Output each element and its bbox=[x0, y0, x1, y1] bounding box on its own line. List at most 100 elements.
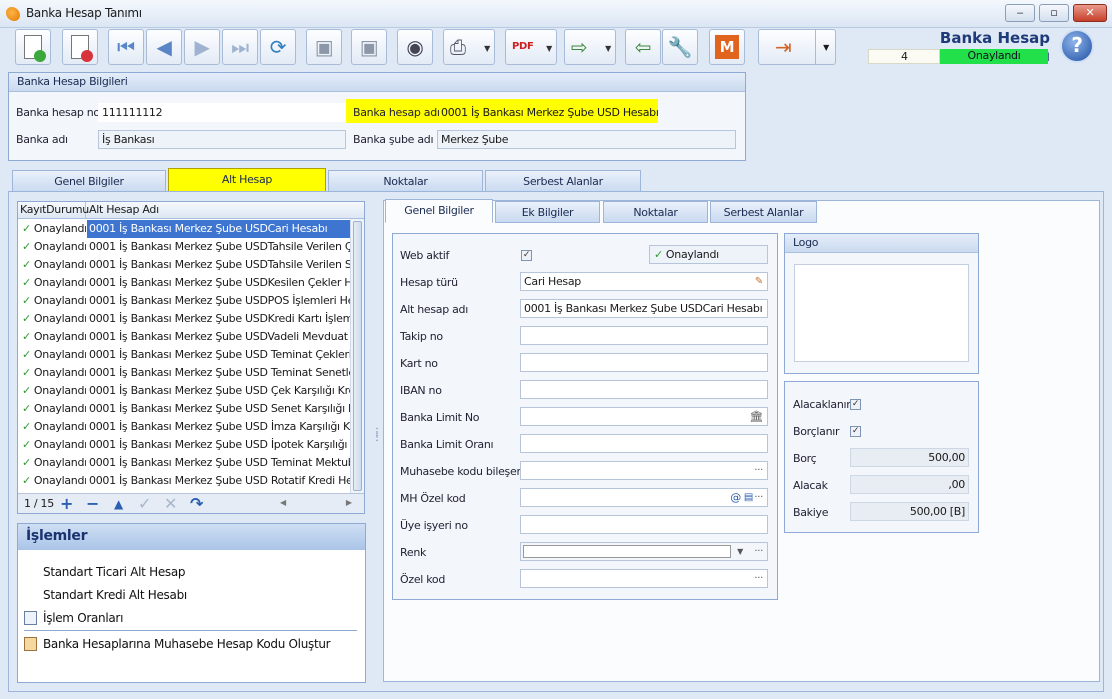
kart-no-label: Kart no bbox=[400, 357, 438, 370]
renk-picker[interactable]: ▼ ··· bbox=[520, 542, 768, 561]
table-row[interactable]: ✓ Onaylandı 0001 İş Bankası Merkez Şube US… bbox=[18, 382, 352, 400]
tools-button[interactable]: 🔧 bbox=[662, 29, 698, 65]
muhasebe-kodu-olustur-link[interactable]: Banka Hesaplarına Muhasebe Hesap Kodu Ol… bbox=[43, 637, 331, 651]
table-row[interactable]: ✓ Onaylandı 0001 İş Bankası Merkez Şube US… bbox=[18, 472, 352, 490]
standart-kredi-link[interactable]: Standart Kredi Alt Hesabı bbox=[43, 588, 187, 602]
hesap-turu-input[interactable]: Cari Hesap ✎ bbox=[520, 272, 768, 291]
check-icon: ✓ bbox=[22, 456, 31, 469]
m-button[interactable]: M bbox=[709, 29, 745, 65]
ellipsis-icon[interactable]: ··· bbox=[754, 570, 763, 587]
table-row[interactable]: ✓ Onaylandı 0001 İş Bankası Merkez Şube US… bbox=[18, 328, 352, 346]
ellipsis-icon[interactable]: ··· bbox=[754, 462, 763, 479]
subtab-noktalar[interactable]: Noktalar bbox=[603, 201, 708, 223]
kart-no-input[interactable] bbox=[520, 353, 768, 372]
ozel-kod-input[interactable]: ··· bbox=[520, 569, 768, 588]
bank-info-title: Banka Hesap Bilgileri bbox=[9, 73, 745, 92]
table-row[interactable]: ✓ Onaylandı 0001 İş Bankası Merkez Şube US… bbox=[18, 256, 352, 274]
edit-icon[interactable]: ✎ bbox=[755, 273, 763, 290]
exit-button[interactable]: ⇥ ▼ bbox=[758, 29, 836, 65]
table-row[interactable]: ✓ Onaylandı 0001 İş Bankası Merkez Şube US… bbox=[18, 310, 352, 328]
alacaklanir-checkbox[interactable]: ✓ bbox=[850, 399, 861, 410]
banka-limit-no-input[interactable]: 🏛 bbox=[520, 407, 768, 426]
col-alt-hesap-adi[interactable]: Alt Hesap Adı bbox=[87, 202, 159, 219]
ellipsis-icon[interactable]: ··· bbox=[754, 489, 763, 506]
table-row[interactable]: ✓ Onaylandı 0001 İş Bankası Merkez Şube US… bbox=[18, 346, 352, 364]
tab-noktalar[interactable]: Noktalar bbox=[328, 170, 483, 192]
alt-hesap-grid[interactable]: KayıtDurumu Alt Hesap Adı ✓ Onaylandı 0001… bbox=[17, 201, 365, 514]
prev-record-button[interactable]: ◀ bbox=[146, 29, 182, 65]
borclanir-checkbox[interactable]: ✓ bbox=[850, 426, 861, 437]
tab-alt-hesap[interactable]: Alt Hesap bbox=[168, 168, 326, 192]
minimize-button[interactable]: ‒ bbox=[1005, 4, 1035, 22]
import-button[interactable]: ⇦ bbox=[625, 29, 661, 65]
takip-no-input[interactable] bbox=[520, 326, 768, 345]
bank-icon[interactable]: 🏛 bbox=[749, 408, 763, 425]
hesap-adi-input[interactable]: 0001 İş Bankası Merkez Şube USD Hesabı bbox=[437, 103, 736, 122]
cancel-icon[interactable]: ✕ bbox=[164, 494, 177, 513]
ellipsis-icon[interactable]: ··· bbox=[754, 543, 763, 560]
move-up-icon[interactable]: ▲ bbox=[114, 497, 123, 511]
sube-adi-input[interactable]: Merkez Şube bbox=[437, 130, 736, 149]
print-button[interactable]: ⎙ ▼ bbox=[443, 29, 495, 65]
renk-label: Renk bbox=[400, 546, 427, 559]
next-record-button[interactable]: ▶ bbox=[184, 29, 220, 65]
list-picker-icon[interactable]: ▤ bbox=[744, 489, 753, 506]
uye-isyeri-label: Üye işyeri no bbox=[400, 519, 468, 532]
save-button[interactable]: ▣ bbox=[306, 29, 342, 65]
table-row[interactable]: ✓ Onaylandı 0001 İş Bankası Merkez Şube US… bbox=[18, 238, 352, 256]
table-row[interactable]: ✓ Onaylandı 0001 İş Bankası Merkez Şube US… bbox=[18, 220, 352, 238]
table-row[interactable]: ✓ Onaylandı 0001 İş Bankası Merkez Şube US… bbox=[18, 274, 352, 292]
web-aktif-checkbox[interactable]: ✓ bbox=[521, 250, 532, 261]
maximize-button[interactable]: ▫ bbox=[1039, 4, 1069, 22]
col-kayit-durumu[interactable]: KayıtDurumu bbox=[18, 202, 89, 219]
table-row[interactable]: ✓ Onaylandı 0001 İş Bankası Merkez Şube US… bbox=[18, 364, 352, 382]
onay-field[interactable]: ✓ Onaylandı bbox=[649, 245, 768, 264]
refresh-row-icon[interactable]: ↷ bbox=[190, 494, 203, 513]
iban-no-input[interactable] bbox=[520, 380, 768, 399]
preview-button[interactable]: ◉ bbox=[397, 29, 433, 65]
close-window-button[interactable]: ✕ bbox=[1073, 4, 1107, 22]
subtab-ek-bilgiler[interactable]: Ek Bilgiler bbox=[495, 201, 600, 223]
remove-row-icon[interactable]: − bbox=[86, 494, 99, 513]
grid-hscroll[interactable]: ◀ ▶ bbox=[280, 498, 362, 510]
table-row[interactable]: ✓ Onaylandı 0001 İş Bankası Merkez Şube US… bbox=[18, 400, 352, 418]
mh-ozel-kod-input[interactable]: @ ▤ ··· bbox=[520, 488, 768, 507]
check-icon: ✓ bbox=[22, 222, 31, 235]
subtab-genel-bilgiler[interactable]: Genel Bilgiler bbox=[385, 199, 493, 223]
chevron-down-icon[interactable]: ▼ bbox=[737, 543, 743, 560]
last-record-button[interactable]: ⏭ bbox=[222, 29, 258, 65]
help-button[interactable]: ? bbox=[1060, 29, 1094, 63]
uye-isyeri-input[interactable] bbox=[520, 515, 768, 534]
export-button[interactable]: ⇨ ▼ bbox=[564, 29, 616, 65]
table-row[interactable]: ✓ Onaylandı 0001 İş Bankası Merkez Şube US… bbox=[18, 292, 352, 310]
alt-hesap-adi-input[interactable]: 0001 İş Bankası Merkez Şube USDCari Hesa… bbox=[520, 299, 768, 318]
banka-limit-orani-input[interactable] bbox=[520, 434, 768, 453]
exit-dropdown-icon[interactable]: ▼ bbox=[823, 43, 829, 52]
confirm-icon[interactable]: ✓ bbox=[138, 494, 151, 513]
delete-record-button[interactable] bbox=[62, 29, 98, 65]
table-row[interactable]: ✓ Onaylandı 0001 İş Bankası Merkez Şube US… bbox=[18, 436, 352, 454]
banka-adi-input[interactable]: İş Bankası bbox=[98, 130, 346, 149]
table-row[interactable]: ✓ Onaylandı 0001 İş Bankası Merkez Şube US… bbox=[18, 454, 352, 472]
pdf-export-button[interactable]: PDF ▼ bbox=[505, 29, 557, 65]
splitter-handle[interactable]: ⋮⋮ bbox=[372, 428, 382, 450]
tab-serbest-alanlar[interactable]: Serbest Alanlar bbox=[485, 170, 641, 192]
refresh-button[interactable]: ⟳ bbox=[260, 29, 296, 65]
add-row-icon[interactable]: + bbox=[60, 494, 73, 513]
subtab-serbest-alanlar[interactable]: Serbest Alanlar bbox=[710, 201, 817, 223]
first-record-button[interactable]: ⏮ bbox=[108, 29, 144, 65]
at-icon[interactable]: @ bbox=[730, 489, 741, 506]
exit-door-icon: ⇥ bbox=[775, 35, 792, 59]
table-row[interactable]: ✓ Onaylandı 0001 İş Bankası Merkez Şube US… bbox=[18, 418, 352, 436]
logo-image-box[interactable] bbox=[794, 264, 969, 362]
calculator-icon bbox=[24, 637, 37, 651]
grid-vscroll-thumb[interactable] bbox=[353, 221, 362, 491]
new-record-button[interactable] bbox=[15, 29, 51, 65]
muhasebe-kodu-input[interactable]: ··· bbox=[520, 461, 768, 480]
tab-genel-bilgiler[interactable]: Genel Bilgiler bbox=[12, 170, 166, 192]
hesap-no-input[interactable]: 111111112 bbox=[98, 103, 346, 122]
islem-oranlari-link[interactable]: İşlem Oranları bbox=[43, 611, 123, 625]
save-close-button[interactable]: ▣ bbox=[351, 29, 387, 65]
grid-vscroll[interactable] bbox=[350, 219, 364, 493]
standart-ticari-link[interactable]: Standart Ticari Alt Hesap bbox=[43, 565, 186, 579]
